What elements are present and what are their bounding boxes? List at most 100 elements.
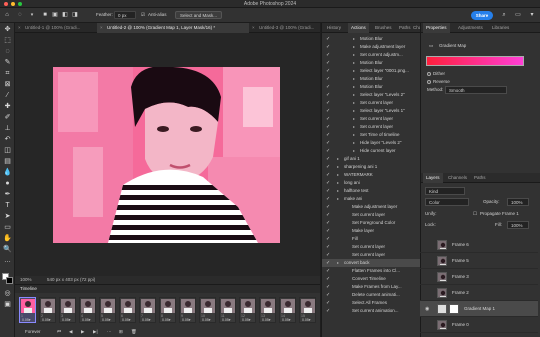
chevron-down-icon[interactable]: ▾ xyxy=(28,12,36,19)
action-toggle-checkbox[interactable]: ✓ xyxy=(326,131,330,139)
action-item[interactable]: ✓ Make Frames from Lay... xyxy=(322,283,421,291)
timeline-frame[interactable]: 12 0.05▾ xyxy=(239,297,256,323)
action-item[interactable]: ✓ ▸ Hide current layer xyxy=(322,147,421,155)
action-toggle-checkbox[interactable]: ✓ xyxy=(326,179,330,187)
expand-triangle-icon[interactable]: ▸ xyxy=(337,195,339,203)
gradient-tool-icon[interactable]: ▤ xyxy=(2,157,13,166)
frame-delay[interactable]: 0.05▾ xyxy=(222,318,231,322)
blend-mode-select[interactable]: Color xyxy=(425,198,469,206)
action-item[interactable]: ✓ Set current layer xyxy=(322,243,421,251)
action-item[interactable]: ✓ ▸ halftone test xyxy=(322,187,421,195)
expand-triangle-icon[interactable]: ▸ xyxy=(353,35,355,43)
doc-tab-untitled-3[interactable]: × Untitled-3 @ 100% (Gradi... xyxy=(249,23,320,33)
expand-triangle-icon[interactable]: ▸ xyxy=(353,59,355,67)
zoom-level[interactable]: 100% xyxy=(20,276,32,284)
timeline-frame[interactable]: 10 0.05▾ xyxy=(199,297,216,323)
layer-row[interactable]: Frame 6 xyxy=(420,237,538,253)
action-toggle-checkbox[interactable]: ✓ xyxy=(326,99,330,107)
search-icon[interactable]: ⌕ xyxy=(500,12,508,19)
action-toggle-checkbox[interactable]: ✓ xyxy=(326,147,330,155)
doc-tab-untitled-2[interactable]: × Untitled-2 @ 100% (Gradient Map 1, Laye… xyxy=(97,23,249,33)
action-item[interactable]: ✓ ▸ Select layer "Levels 2" xyxy=(322,91,421,99)
action-toggle-checkbox[interactable]: ✓ xyxy=(326,91,330,99)
action-toggle-checkbox[interactable]: ✓ xyxy=(326,171,330,179)
quick-select-tool-icon[interactable]: ✎ xyxy=(2,58,13,67)
action-toggle-checkbox[interactable]: ✓ xyxy=(326,123,330,131)
action-item[interactable]: ✓ ▸ Set current adjustm... xyxy=(322,51,421,59)
action-item[interactable]: ✓ ▸ Motion Blur xyxy=(322,59,421,67)
timeline-frame[interactable]: 6 0.05▾ xyxy=(119,297,136,323)
action-toggle-checkbox[interactable]: ✓ xyxy=(326,243,330,251)
new-selection-icon[interactable]: ■ xyxy=(41,12,49,19)
close-icon[interactable]: × xyxy=(100,23,103,33)
expand-triangle-icon[interactable]: ▸ xyxy=(337,171,339,179)
action-item[interactable]: ✓ ▸ sharpening ani 1 xyxy=(322,163,421,171)
frame-delay[interactable]: 0.05▾ xyxy=(142,318,151,322)
action-toggle-checkbox[interactable]: ✓ xyxy=(326,299,330,307)
frame-delay[interactable]: 0.05▾ xyxy=(82,318,91,322)
tab-adjustments[interactable]: Adjustments xyxy=(455,23,486,33)
fill-input[interactable]: 100% xyxy=(507,221,529,229)
action-item[interactable]: ✓ Set current layer xyxy=(322,251,421,259)
expand-triangle-icon[interactable]: ▸ xyxy=(353,43,355,51)
expand-triangle-icon[interactable]: ▸ xyxy=(353,107,355,115)
action-toggle-checkbox[interactable]: ✓ xyxy=(326,219,330,227)
frame-delay[interactable]: 0.05▾ xyxy=(42,318,51,322)
action-toggle-checkbox[interactable]: ✓ xyxy=(326,211,330,219)
timeline-frame[interactable]: 4 0.05▾ xyxy=(79,297,96,323)
move-tool-icon[interactable]: ✥ xyxy=(2,25,13,34)
action-toggle-checkbox[interactable]: ✓ xyxy=(326,195,330,203)
zoom-tool-icon[interactable]: 🔍 xyxy=(2,245,13,254)
first-frame-icon[interactable]: ⏮ xyxy=(57,327,61,337)
layer-row[interactable]: Frame 2 xyxy=(420,285,538,301)
expand-triangle-icon[interactable]: ▸ xyxy=(353,123,355,131)
anti-alias-checkbox[interactable]: ☑ xyxy=(141,11,145,19)
layer-row[interactable]: ◉ Gradient Map 1 xyxy=(420,301,538,317)
action-item[interactable]: ✓ ▸ Motion Blur xyxy=(322,83,421,91)
close-icon[interactable]: × xyxy=(18,23,21,33)
clone-stamp-tool-icon[interactable]: ⊥ xyxy=(2,124,13,133)
timeline-frame[interactable]: 15 0.05▾ xyxy=(299,297,316,323)
action-item[interactable]: ✓ ▸ make ani xyxy=(322,195,421,203)
visibility-eye-icon[interactable]: ◉ xyxy=(425,306,429,312)
timeline-frame[interactable]: 14 0.05▾ xyxy=(279,297,296,323)
tab-libraries[interactable]: Libraries xyxy=(489,23,512,33)
action-toggle-checkbox[interactable]: ✓ xyxy=(326,75,330,83)
action-toggle-checkbox[interactable]: ✓ xyxy=(326,307,330,315)
timeline-frame[interactable]: 2 0.05▾ xyxy=(39,297,56,323)
frame-delay[interactable]: 0.05▾ xyxy=(162,318,171,322)
timeline-frame[interactable]: 7 0.05▾ xyxy=(139,297,156,323)
propagate-checkbox[interactable]: ☐ xyxy=(473,210,477,217)
blur-tool-icon[interactable]: 💧 xyxy=(2,168,13,177)
action-item[interactable]: ✓ Convert Timeline xyxy=(322,275,421,283)
action-item[interactable]: ✓ Set current animation... xyxy=(322,307,421,315)
chevron-down-icon[interactable]: ▾ xyxy=(528,12,536,19)
more-tools-icon[interactable]: … xyxy=(2,256,13,265)
action-item[interactable]: ✓ Make adjustment layer xyxy=(322,203,421,211)
layer-mask-thumbnail[interactable] xyxy=(449,304,459,314)
marquee-tool-icon[interactable]: ⬚ xyxy=(2,36,13,45)
action-toggle-checkbox[interactable]: ✓ xyxy=(326,227,330,235)
action-item[interactable]: ✓ Set current layer xyxy=(322,211,421,219)
background-color-swatch[interactable] xyxy=(6,277,13,284)
gradient-preview[interactable] xyxy=(426,56,524,66)
expand-triangle-icon[interactable]: ▸ xyxy=(353,51,355,59)
expand-triangle-icon[interactable]: ▸ xyxy=(353,91,355,99)
delete-frame-icon[interactable]: 🗑 xyxy=(131,327,137,337)
tab-layers[interactable]: Layers xyxy=(423,173,443,183)
action-item[interactable]: ✓ ▸ Select layer "Levels 1" xyxy=(322,107,421,115)
action-item[interactable]: ✓ Make layer xyxy=(322,227,421,235)
action-item[interactable]: ✓ Flatten Frames into Cl... xyxy=(322,267,421,275)
expand-triangle-icon[interactable]: ▸ xyxy=(337,155,339,163)
action-toggle-checkbox[interactable]: ✓ xyxy=(326,259,330,267)
expand-triangle-icon[interactable]: ▸ xyxy=(353,131,355,139)
action-toggle-checkbox[interactable]: ✓ xyxy=(326,291,330,299)
layer-row[interactable]: Frame 5 xyxy=(420,253,538,269)
frame-delay[interactable]: 0.05▾ xyxy=(262,318,271,322)
frame-delay[interactable]: 0.05▾ xyxy=(242,318,251,322)
frame-delay[interactable]: 0.05▾ xyxy=(302,318,311,322)
type-tool-icon[interactable]: T xyxy=(2,201,13,210)
frame-delay[interactable]: 0.05▾ xyxy=(62,318,71,322)
loop-select[interactable]: Forever xyxy=(25,327,41,337)
expand-triangle-icon[interactable]: ▸ xyxy=(353,139,355,147)
